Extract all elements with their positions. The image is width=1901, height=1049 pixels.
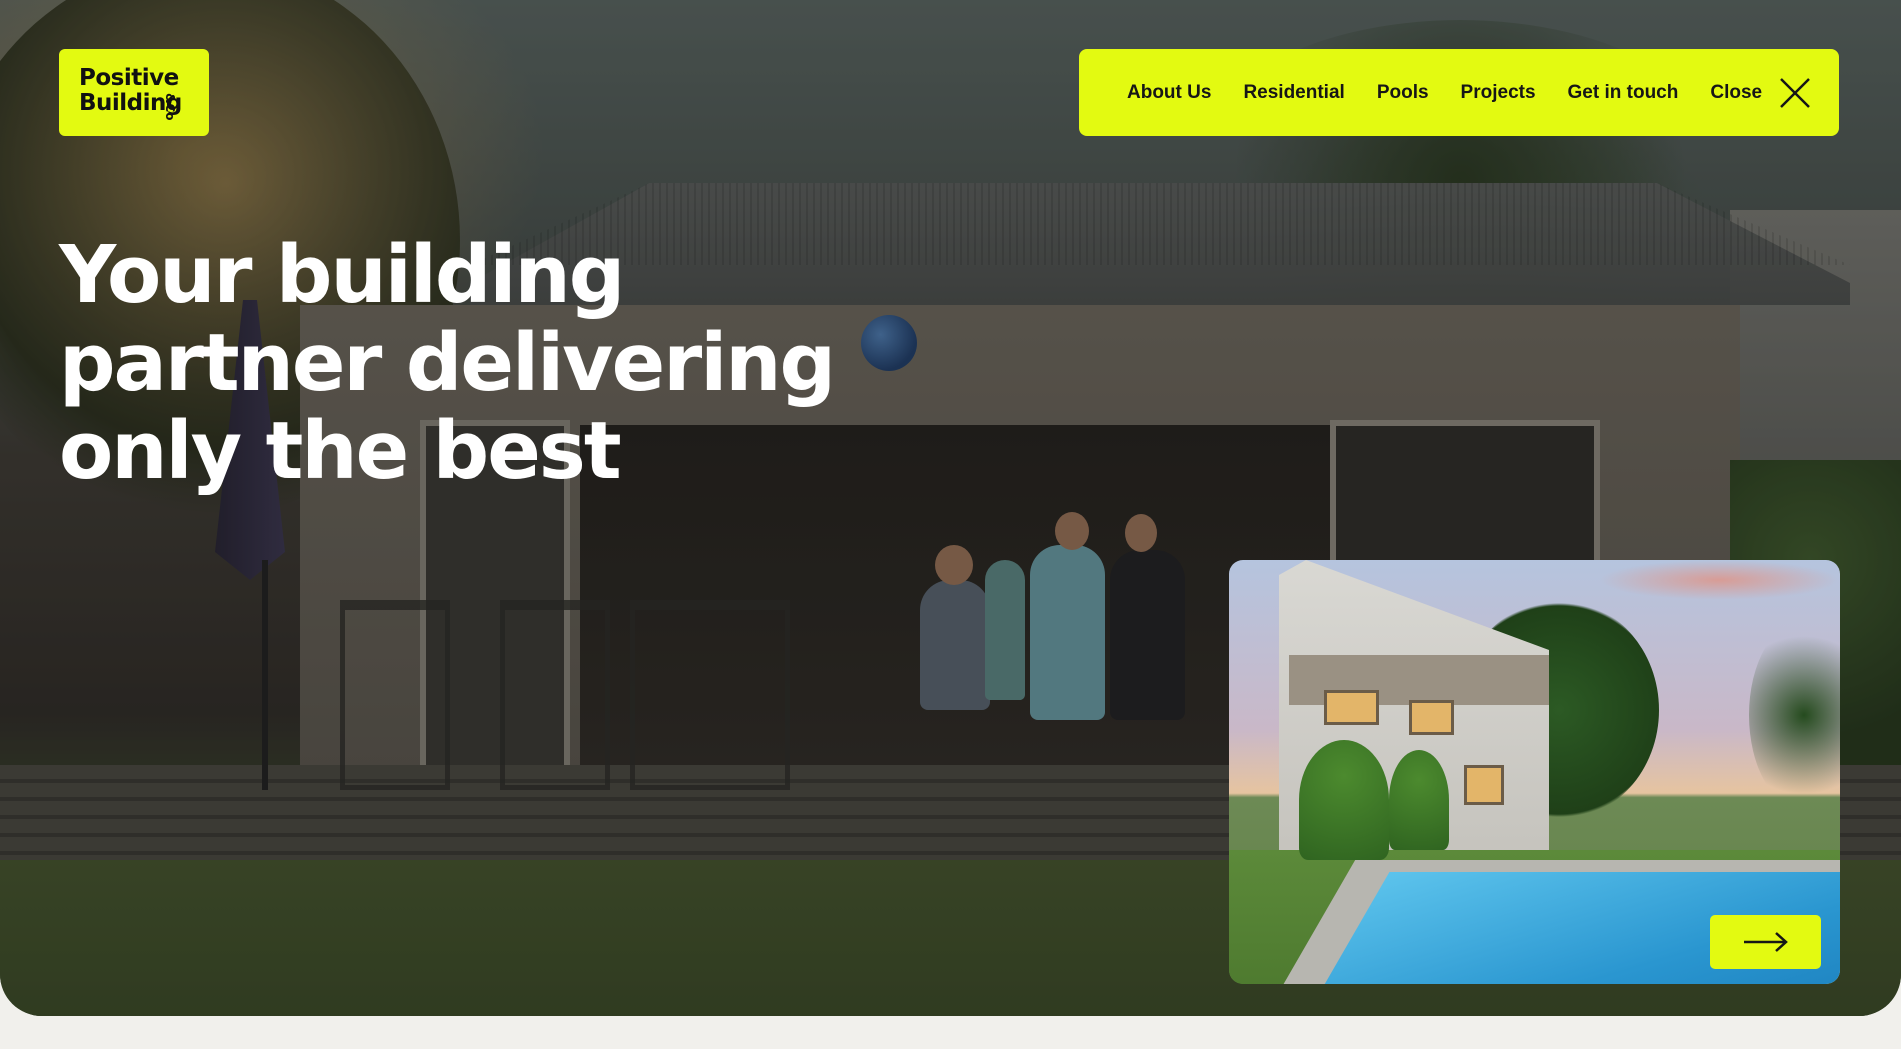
hero-headline: Your building partner delivering only th… bbox=[59, 229, 836, 497]
nav-item-residential[interactable]: Residential bbox=[1243, 82, 1344, 104]
feature-card-window bbox=[1324, 690, 1379, 725]
nav-close-button[interactable]: Close bbox=[1710, 76, 1812, 110]
nav-close-label: Close bbox=[1710, 81, 1763, 103]
nav-item-pools[interactable]: Pools bbox=[1377, 82, 1429, 104]
featured-project-card[interactable] bbox=[1229, 560, 1840, 984]
nav-item-get-in-touch[interactable]: Get in touch bbox=[1568, 82, 1679, 104]
feature-card-plant bbox=[1299, 740, 1389, 860]
feature-card-window bbox=[1464, 765, 1504, 805]
brand-logo-suffix: &Co bbox=[163, 93, 177, 121]
feature-card-next-button[interactable] bbox=[1710, 915, 1821, 969]
feature-card-window bbox=[1409, 700, 1454, 735]
brand-logo[interactable]: Positive Building &Co bbox=[59, 49, 209, 136]
feature-card-plant bbox=[1389, 750, 1449, 850]
main-nav: About Us Residential Pools Projects Get … bbox=[1079, 49, 1839, 136]
close-icon bbox=[1780, 77, 1810, 108]
feature-card-sky bbox=[1599, 560, 1839, 600]
feature-card-tree bbox=[1749, 620, 1840, 810]
arrow-right-icon bbox=[1743, 932, 1788, 952]
nav-item-about-us[interactable]: About Us bbox=[1127, 82, 1211, 104]
nav-item-projects[interactable]: Projects bbox=[1461, 82, 1536, 104]
